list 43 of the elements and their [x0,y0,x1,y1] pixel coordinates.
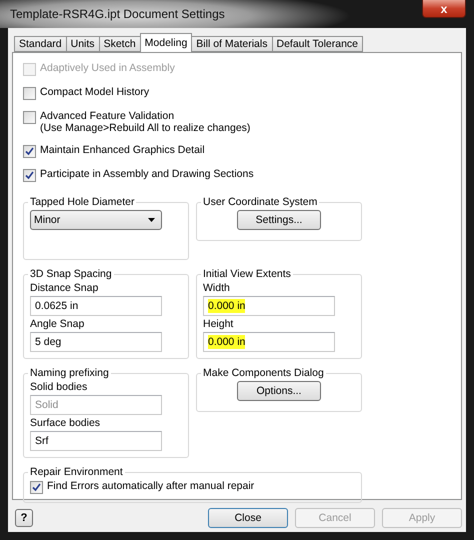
option-label: Maintain Enhanced Graphics Detail [40,144,205,156]
option-label: Compact Model History [40,86,150,98]
options-button[interactable]: Options... [237,381,321,401]
option-label: Find Errors automatically after manual repair [47,480,254,492]
option-label: Adaptively Used in Assembly [40,62,175,74]
field-label: Solid bodies [30,381,88,393]
group-title: Naming prefixing [29,367,110,379]
input-field[interactable]: 5 deg [30,332,162,352]
dropdown[interactable]: Minor [30,210,162,230]
checkbox[interactable] [23,169,36,182]
input-field[interactable]: 0.000 in [203,332,335,352]
tab[interactable]: Standard [14,36,67,52]
options-button[interactable]: Settings... [237,210,321,230]
field-label: Distance Snap [30,282,100,294]
option-label: Participate in Assembly and Drawing Sections [40,168,254,180]
help-button[interactable]: ? [15,509,33,527]
tab[interactable]: Sketch [98,36,141,52]
field-label: Width [203,282,231,294]
tab[interactable]: Bill of Materials [191,36,272,52]
group-title: Initial View Extents [202,268,292,280]
tab[interactable]: Modeling [140,33,192,52]
field-label: Angle Snap [30,318,86,330]
checkbox[interactable] [23,111,36,124]
field-label: Surface bodies [30,417,102,429]
field-label: Height [203,318,234,330]
window-close-button[interactable]: x [422,0,466,18]
input-field[interactable]: 0.0625 in [30,296,162,316]
window-title: Template-RSR4G.ipt Document Settings [10,7,225,21]
group-title: Make Components Dialog [202,367,325,379]
checkbox[interactable] [23,87,36,100]
input-field[interactable]: 0.000 in [203,296,335,316]
input-field[interactable]: Srf [30,431,162,451]
group-title: Repair Environment [29,466,124,478]
tab[interactable]: Default Tolerance [272,36,364,52]
dialog-button[interactable]: Close [208,508,288,528]
caret-icon [148,218,155,222]
checkbox[interactable] [23,145,36,158]
group-title: 3D Snap Spacing [29,268,113,280]
tab[interactable]: Units [66,36,100,52]
group-title: Tapped Hole Diameter [29,196,136,208]
checkbox[interactable] [30,481,43,494]
group-title: User Coordinate System [202,196,318,208]
option-label: Advanced Feature Validation (Use Manage>Rebuild All to realize changes) [40,110,250,134]
